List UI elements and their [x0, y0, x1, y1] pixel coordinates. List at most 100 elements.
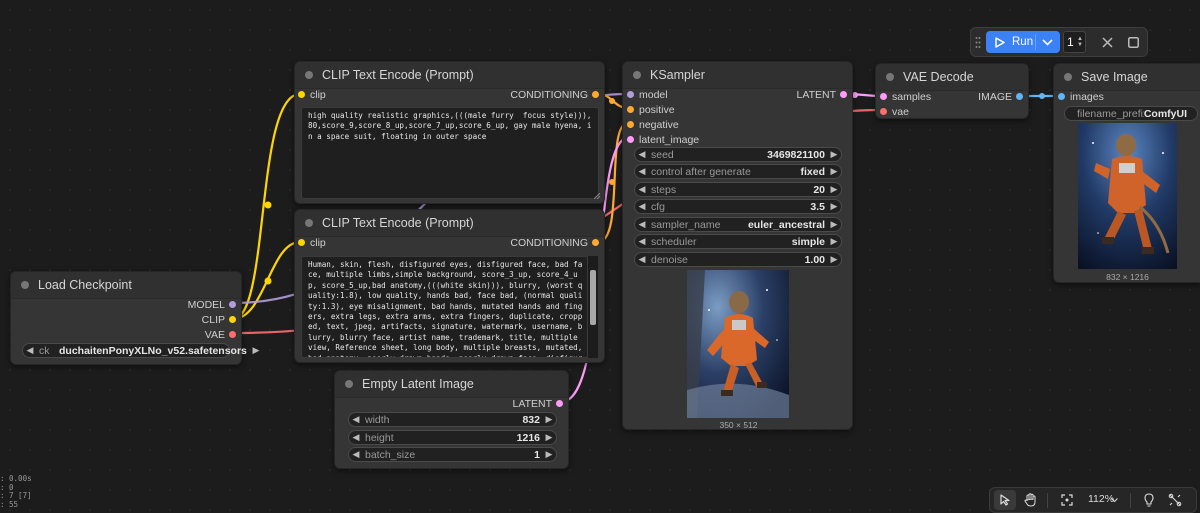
input-port-vae[interactable] — [880, 108, 887, 115]
decrement-arrow-icon[interactable]: ◀ — [349, 449, 363, 460]
input-port-clip[interactable] — [298, 239, 305, 246]
close-icon[interactable] — [1102, 37, 1113, 48]
control-after-generate-widget[interactable]: ◀ control after generate fixed ▶ — [634, 164, 842, 179]
input-label-model: model — [639, 89, 668, 101]
drag-handle-icon[interactable] — [975, 36, 981, 49]
input-port-latent-image[interactable] — [627, 136, 634, 143]
node-clip-text-encode-negative[interactable]: CLIP Text Encode (Prompt) clip CONDITION… — [294, 209, 605, 363]
input-port-model[interactable] — [627, 91, 634, 98]
scheduler-widget[interactable]: ◀ scheduler simple ▶ — [634, 234, 842, 249]
node-empty-latent-image[interactable]: Empty Latent Image LATENT ◀ width 832 ▶ … — [334, 370, 569, 469]
widget-label: control after generate — [651, 165, 751, 178]
sampler-name-widget[interactable]: ◀ sampler_name euler_ancestral ▶ — [634, 217, 842, 232]
increment-arrow-icon[interactable]: ▶ — [827, 149, 841, 160]
batch-size-widget[interactable]: ◀ batch_size 1 ▶ — [348, 447, 557, 462]
resize-handle-icon[interactable] — [594, 193, 600, 199]
node-header[interactable]: Save Image — [1054, 64, 1200, 91]
ckpt-name-widget[interactable]: ◀ ck duchaitenPonyXLNo_v52.safetensors ▶ — [22, 343, 259, 358]
decrement-arrow-icon[interactable]: ◀ — [635, 219, 649, 230]
decrement-arrow-icon[interactable]: ◀ — [23, 345, 37, 356]
widget-value: 832 — [522, 413, 540, 426]
output-port-latent[interactable] — [556, 400, 563, 407]
widget-label: filename_prefix — [1077, 107, 1144, 120]
node-header[interactable]: CLIP Text Encode (Prompt) — [295, 62, 604, 89]
decrement-arrow-icon[interactable]: ◀ — [635, 184, 649, 195]
node-title: KSampler — [650, 68, 705, 82]
scrollbar-thumb[interactable] — [590, 270, 596, 325]
increment-arrow-icon[interactable]: ▶ — [542, 449, 556, 460]
output-label-conditioning: CONDITIONING — [510, 89, 588, 101]
stop-square-icon[interactable] — [1128, 37, 1139, 48]
decrement-arrow-icon[interactable]: ◀ — [349, 432, 363, 443]
node-header[interactable]: Load Checkpoint — [11, 272, 241, 299]
chevron-down-icon[interactable] — [1042, 39, 1053, 46]
output-port-clip[interactable] — [229, 316, 236, 323]
node-header[interactable]: CLIP Text Encode (Prompt) — [295, 210, 604, 237]
input-port-samples[interactable] — [880, 93, 887, 100]
node-header[interactable]: KSampler — [623, 62, 852, 89]
widget-value: euler_ancestral — [747, 218, 825, 231]
output-port-latent[interactable] — [840, 91, 847, 98]
decrement-arrow-icon[interactable]: ◀ — [635, 201, 649, 212]
increment-arrow-icon[interactable]: ▶ — [542, 414, 556, 425]
node-clip-text-encode-positive[interactable]: CLIP Text Encode (Prompt) clip CONDITION… — [294, 61, 605, 204]
input-port-negative[interactable] — [627, 121, 634, 128]
output-label-clip: CLIP — [201, 314, 225, 326]
input-port-positive[interactable] — [627, 106, 634, 113]
decrement-arrow-icon[interactable]: ◀ — [635, 236, 649, 247]
node-header[interactable]: Empty Latent Image — [335, 371, 568, 398]
decrement-arrow-icon[interactable]: ◀ — [635, 149, 649, 160]
filename-prefix-widget[interactable]: filename_prefix ComfyUI — [1064, 106, 1198, 121]
queue-count-input[interactable]: 1 ▲ ▼ — [1063, 31, 1086, 53]
node-status-dot — [345, 380, 353, 388]
seed-widget[interactable]: ◀ seed 3469821100 ▶ — [634, 147, 842, 162]
node-header[interactable]: VAE Decode — [876, 64, 1028, 91]
hand-icon[interactable] — [1024, 493, 1037, 507]
decrement-arrow-icon[interactable]: ◀ — [349, 414, 363, 425]
width-widget[interactable]: ◀ width 832 ▶ — [348, 412, 557, 427]
output-port-conditioning[interactable] — [592, 91, 599, 98]
chevron-down-icon[interactable] — [1111, 498, 1118, 503]
increment-arrow-icon[interactable]: ▶ — [827, 219, 841, 230]
increment-arrow-icon[interactable]: ▶ — [542, 432, 556, 443]
decrement-arrow-icon[interactable]: ◀ — [635, 254, 649, 265]
increment-arrow-icon[interactable]: ▶ — [827, 184, 841, 195]
input-port-images[interactable] — [1058, 93, 1065, 100]
prompt-textarea[interactable]: high quality realistic graphics,(((male … — [301, 107, 599, 199]
increment-arrow-icon[interactable]: ▶ — [249, 345, 263, 356]
fit-view-icon[interactable] — [1061, 494, 1073, 506]
input-label-negative: negative — [639, 119, 679, 131]
widget-value: duchaitenPonyXLNo_v52.safetensors — [59, 344, 247, 357]
cfg-widget[interactable]: ◀ cfg 3.5 ▶ — [634, 199, 842, 214]
node-vae-decode[interactable]: VAE Decode samples vae IMAGE — [875, 63, 1029, 119]
increment-arrow-icon[interactable]: ▶ — [827, 201, 841, 212]
height-widget[interactable]: ◀ height 1216 ▶ — [348, 430, 557, 445]
node-save-image[interactable]: Save Image images filename_prefix ComfyU… — [1053, 63, 1200, 283]
widget-label: denoise — [651, 253, 688, 266]
output-port-model[interactable] — [229, 301, 236, 308]
lightbulb-icon[interactable] — [1144, 493, 1154, 507]
widget-label: cfg — [651, 200, 666, 213]
select-tool-button[interactable] — [994, 490, 1016, 510]
output-port-vae[interactable] — [229, 331, 236, 338]
input-label-latent-image: latent_image — [639, 134, 700, 146]
node-ksampler[interactable]: KSampler model positive negative latent_… — [622, 61, 853, 430]
widget-label: width — [365, 413, 390, 426]
node-load-checkpoint[interactable]: Load Checkpoint MODEL CLIP VAE ◀ ck duch… — [10, 271, 259, 365]
negative-prompt-textarea[interactable]: Human, skin, flesh, disfigured eyes, dis… — [301, 256, 588, 358]
output-port-image[interactable] — [1016, 93, 1023, 100]
pointer-icon — [1000, 494, 1010, 506]
output-port-conditioning[interactable] — [592, 239, 599, 246]
textarea-scrollbar[interactable] — [588, 256, 598, 358]
denoise-widget[interactable]: ◀ denoise 1.00 ▶ — [634, 252, 842, 267]
stepper-arrows-icon[interactable]: ▲ ▼ — [1077, 36, 1083, 48]
steps-widget[interactable]: ◀ steps 20 ▶ — [634, 182, 842, 197]
link-toggle-icon[interactable] — [1168, 493, 1182, 507]
increment-arrow-icon[interactable]: ▶ — [827, 254, 841, 265]
increment-arrow-icon[interactable]: ▶ — [827, 236, 841, 247]
widget-value: simple — [791, 235, 825, 248]
increment-arrow-icon[interactable]: ▶ — [827, 166, 841, 177]
run-button[interactable]: Run — [986, 31, 1060, 53]
input-port-clip[interactable] — [298, 91, 305, 98]
decrement-arrow-icon[interactable]: ◀ — [635, 166, 649, 177]
